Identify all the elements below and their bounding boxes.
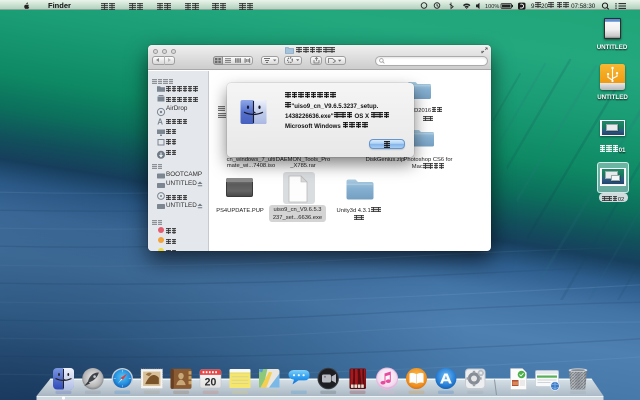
svg-text:A: A xyxy=(157,117,163,126)
svg-text:100%: 100% xyxy=(485,4,499,10)
svg-text:20: 20 xyxy=(205,376,217,388)
